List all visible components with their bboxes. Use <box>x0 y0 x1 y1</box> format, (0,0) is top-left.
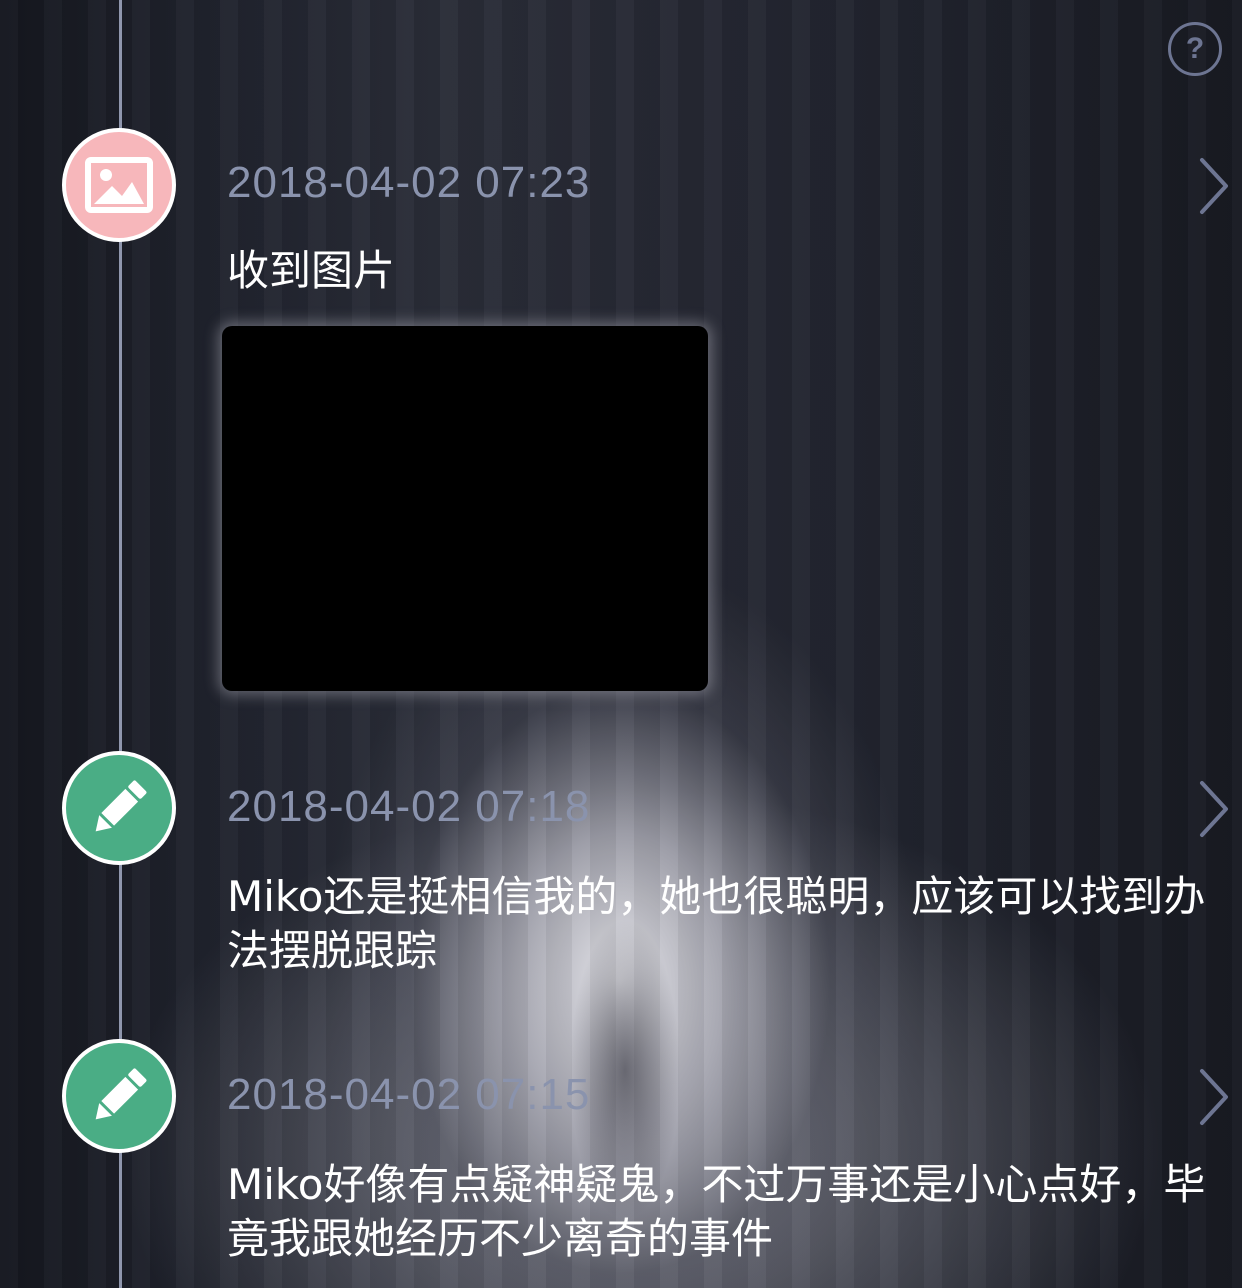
entry-timestamp: 2018-04-02 07:18 <box>227 782 591 831</box>
entry-text: Miko好像有点疑神疑鬼，不过万事还是小心点好，毕竟我跟她经历不少离奇的事件 <box>227 1160 1206 1263</box>
chevron-right-icon[interactable] <box>1196 779 1232 839</box>
pencil-icon <box>95 1068 147 1120</box>
entry-text: Miko还是挺相信我的，她也很聪明，应该可以找到办法摆脱跟踪 <box>227 872 1206 975</box>
chevron-right-icon[interactable] <box>1196 156 1232 216</box>
received-photo[interactable] <box>222 326 708 691</box>
chevron-right-icon[interactable] <box>1196 1067 1232 1127</box>
entry-timestamp: 2018-04-02 07:15 <box>227 1070 591 1119</box>
image-node <box>62 128 176 242</box>
note-node <box>62 751 176 865</box>
entry-timestamp: 2018-04-02 07:23 <box>227 158 591 207</box>
entry-text: 收到图片 <box>227 246 396 295</box>
note-node <box>62 1039 176 1153</box>
image-icon <box>85 157 153 213</box>
pencil-icon <box>95 780 147 832</box>
help-icon: ? <box>1185 32 1205 65</box>
help-button[interactable]: ? <box>1168 22 1222 76</box>
